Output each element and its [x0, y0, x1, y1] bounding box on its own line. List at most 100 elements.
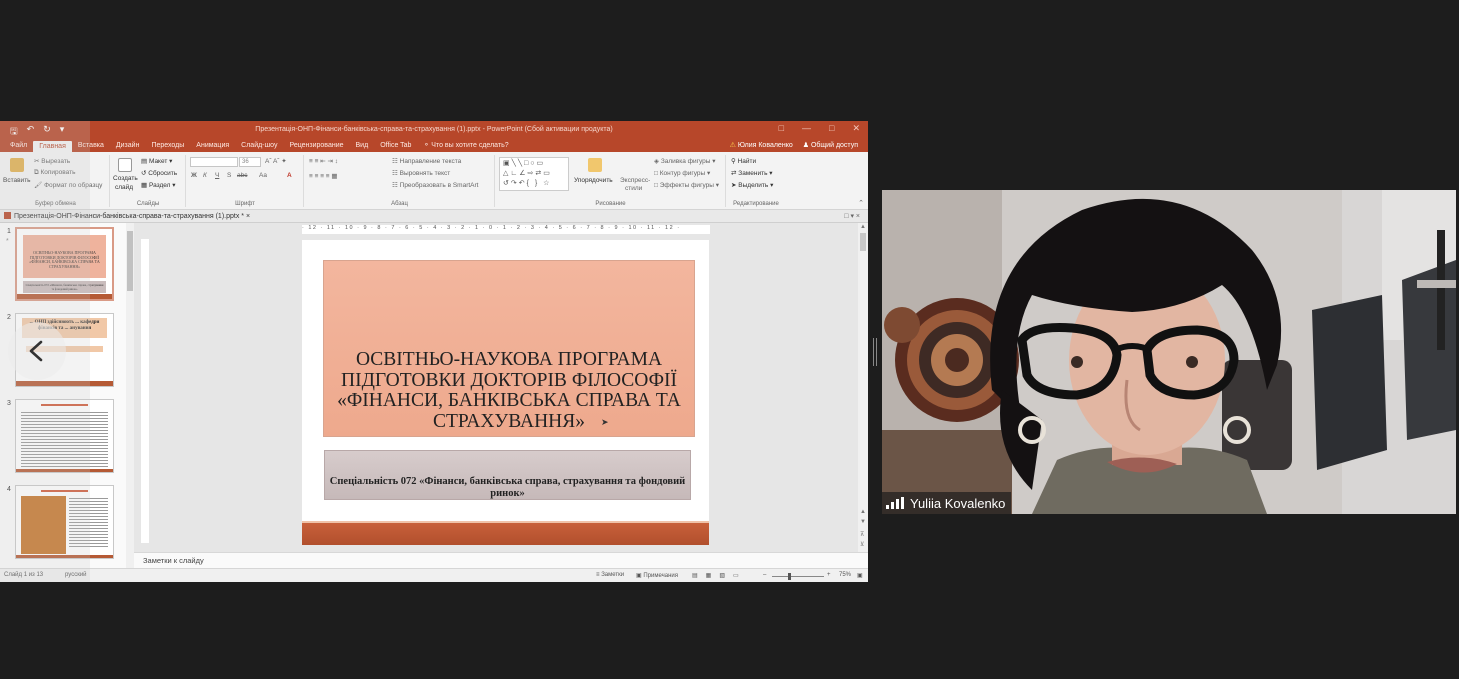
- zoom-level[interactable]: 75%: [839, 572, 851, 578]
- case-button[interactable]: Аа: [259, 172, 267, 179]
- tab-review[interactable]: Рецензирование: [283, 142, 349, 152]
- zoom-slider[interactable]: [772, 576, 824, 577]
- new-slide-label-1[interactable]: Создать: [113, 175, 138, 182]
- slide-thumbnail-3[interactable]: [15, 399, 114, 473]
- tab-slideshow[interactable]: Слайд-шоу: [235, 142, 283, 152]
- align-buttons[interactable]: ≡ ≡ ≡ ≡ ▦: [309, 172, 338, 180]
- slide-scrollbar[interactable]: ▲ ▲ ▼ ⊼ ⊻: [858, 223, 868, 553]
- bold-button[interactable]: Ж: [191, 172, 197, 179]
- document-tab[interactable]: Презентація-ОНП-Фінанси-банківська-справ…: [4, 212, 250, 220]
- panel-splitter[interactable]: [873, 338, 877, 366]
- close-tab-icon[interactable]: ×: [246, 213, 250, 220]
- font-group-label: Шрифт: [235, 201, 255, 207]
- new-slide-label-2[interactable]: слайд: [115, 184, 133, 191]
- cut-button[interactable]: ✂ Вырезать: [34, 157, 70, 165]
- notes-toggle[interactable]: ≡ Заметки: [596, 572, 624, 578]
- align-text-button[interactable]: ☷ Выровнять текст: [392, 169, 450, 177]
- subtitle-placeholder[interactable]: Спеціальність 072 «Фінанси, банківська с…: [324, 450, 691, 500]
- zoom-slider-thumb[interactable]: [788, 573, 791, 580]
- participant-video[interactable]: [882, 190, 1456, 514]
- thumbnail-number: 1: [7, 228, 11, 235]
- copy-button[interactable]: ⧉ Копировать: [34, 169, 75, 177]
- vertical-ruler: [141, 239, 149, 543]
- shape-fill-button[interactable]: ◈ Заливка фигуры ▾: [654, 157, 716, 165]
- scroll-thumb[interactable]: [127, 231, 133, 291]
- thumbnail-number: 3: [7, 400, 11, 407]
- new-slide-icon[interactable]: [118, 158, 132, 172]
- thumbnails-scrollbar[interactable]: [126, 223, 134, 568]
- notes-pane[interactable]: Заметки к слайду: [134, 552, 868, 568]
- quick-styles-label-1[interactable]: Экспресс-: [620, 177, 650, 184]
- layout-button[interactable]: ▤ Макет ▾: [141, 157, 172, 165]
- font-name-input[interactable]: [190, 157, 238, 167]
- shadow-button[interactable]: S: [227, 172, 231, 179]
- editing-group: ⚲ Найти ⇄ Заменить ▾ ➤ Выделить ▾ Редакт…: [727, 155, 785, 207]
- smartart-button[interactable]: ☷ Преобразовать в SmartArt: [392, 181, 478, 189]
- arrange-button[interactable]: Упорядочить: [574, 177, 613, 184]
- previous-slide-icon[interactable]: ⊼: [860, 531, 864, 538]
- arrange-icon[interactable]: [588, 158, 602, 172]
- paragraph-group: ≡ ≡ ⇤ ⇥ ↕ ≡ ≡ ≡ ≡ ▦ ☷ Направление текста…: [305, 155, 495, 207]
- tab-view[interactable]: Вид: [350, 142, 375, 152]
- shape-outline-button[interactable]: □ Контур фигуры ▾: [654, 169, 710, 177]
- shapes-gallery[interactable]: ▣╲╲□○▭ △∟∠⇨⇄▭ ↺↷↶{ } ☆: [499, 157, 569, 191]
- title-placeholder[interactable]: ОСВІТНЬО-НАУКОВА ПРОГРАМА ПІДГОТОВКИ ДОК…: [323, 260, 695, 437]
- minimize-icon[interactable]: —: [802, 123, 811, 134]
- ribbon-display-icon[interactable]: □: [779, 123, 784, 134]
- font-grow-shrink[interactable]: Aˆ Aˇ ✦: [265, 157, 287, 165]
- clipboard-group-label: Буфер обмена: [35, 201, 76, 207]
- strikethrough-button[interactable]: abc: [237, 172, 247, 179]
- slide-thumbnail-4[interactable]: [15, 485, 114, 559]
- font-group: 36 Aˆ Aˇ ✦ Ж К Ч S abc Аа A Шрифт: [187, 155, 304, 207]
- language-indicator[interactable]: русский: [65, 572, 87, 578]
- participant-name: Yuliia Kovalenko: [910, 495, 1006, 511]
- tab-file[interactable]: Файл: [4, 142, 33, 152]
- tab-design[interactable]: Дизайн: [110, 142, 146, 152]
- quick-styles-label-2[interactable]: стили: [625, 185, 642, 192]
- warning-icon: ⚠: [729, 142, 736, 149]
- zoom-in-icon[interactable]: +: [827, 572, 831, 578]
- replace-label: Заменить: [738, 170, 768, 177]
- tab-insert[interactable]: Вставка: [72, 142, 110, 152]
- share-button[interactable]: ♟ Общий доступ: [803, 141, 858, 149]
- maximize-icon[interactable]: □: [829, 123, 834, 134]
- tab-home[interactable]: Главная: [33, 141, 72, 152]
- paste-icon[interactable]: [10, 158, 24, 172]
- tab-controls[interactable]: □ ▾ ×: [844, 212, 860, 220]
- scroll-up-icon[interactable]: ▲: [860, 224, 866, 230]
- slide-canvas[interactable]: ОСВІТНЬО-НАУКОВА ПРОГРАМА ПІДГОТОВКИ ДОК…: [302, 240, 709, 545]
- next-slide-icon[interactable]: ⊻: [860, 541, 864, 548]
- format-painter-button[interactable]: 🖌 Формат по образцу: [34, 181, 102, 189]
- tell-me-box[interactable]: ⚬ Что вы хотите сделать?: [417, 141, 514, 152]
- slide-thumbnail-1[interactable]: ОСВІТНЬО-НАУКОВА ПРОГРАМА ПІДГОТОВКИ ДОК…: [15, 227, 114, 301]
- tab-office-tab[interactable]: Office Tab: [374, 142, 417, 152]
- close-icon[interactable]: ✕: [852, 123, 860, 134]
- tab-animations[interactable]: Анимация: [190, 142, 235, 152]
- shape-effects-button[interactable]: □ Эффекты фигуры ▾: [654, 181, 719, 189]
- previous-page-button[interactable]: [8, 322, 66, 380]
- drawing-group-label: Рисование: [595, 201, 626, 207]
- view-buttons[interactable]: ▤▦▧▭: [692, 572, 747, 579]
- scroll-down-icon[interactable]: ▼: [860, 519, 866, 525]
- list-buttons[interactable]: ≡ ≡ ⇤ ⇥ ↕: [309, 157, 338, 165]
- section-button[interactable]: ▦ Раздел ▾: [141, 181, 176, 189]
- select-button[interactable]: ➤ Выделить ▾: [731, 181, 773, 189]
- font-color-icon[interactable]: A: [287, 172, 292, 179]
- font-size-input[interactable]: 36: [239, 157, 261, 167]
- paste-button[interactable]: Вставить: [3, 177, 31, 184]
- user-account[interactable]: ⚠ Юлия Коваленко: [730, 141, 793, 149]
- reset-button[interactable]: ↺ Сбросить: [141, 169, 177, 177]
- replace-button[interactable]: ⇄ Заменить ▾: [731, 169, 773, 177]
- find-button[interactable]: ⚲ Найти: [731, 157, 756, 165]
- zoom-out-icon[interactable]: –: [763, 572, 766, 578]
- ribbon-tabs: Файл Главная Вставка Дизайн Переходы Ани…: [0, 138, 868, 152]
- underline-button[interactable]: Ч: [215, 172, 219, 179]
- collapse-ribbon-icon[interactable]: ⌃: [858, 199, 864, 207]
- comments-toggle[interactable]: ▣ Примечания: [636, 572, 678, 579]
- tab-transitions[interactable]: Переходы: [145, 142, 190, 152]
- text-direction-button[interactable]: ☷ Направление текста: [392, 157, 461, 165]
- scroll-up-icon[interactable]: ▲: [860, 509, 866, 515]
- scroll-thumb[interactable]: [860, 233, 866, 251]
- fit-to-window-icon[interactable]: ▣: [857, 572, 863, 579]
- italic-button[interactable]: К: [203, 172, 207, 179]
